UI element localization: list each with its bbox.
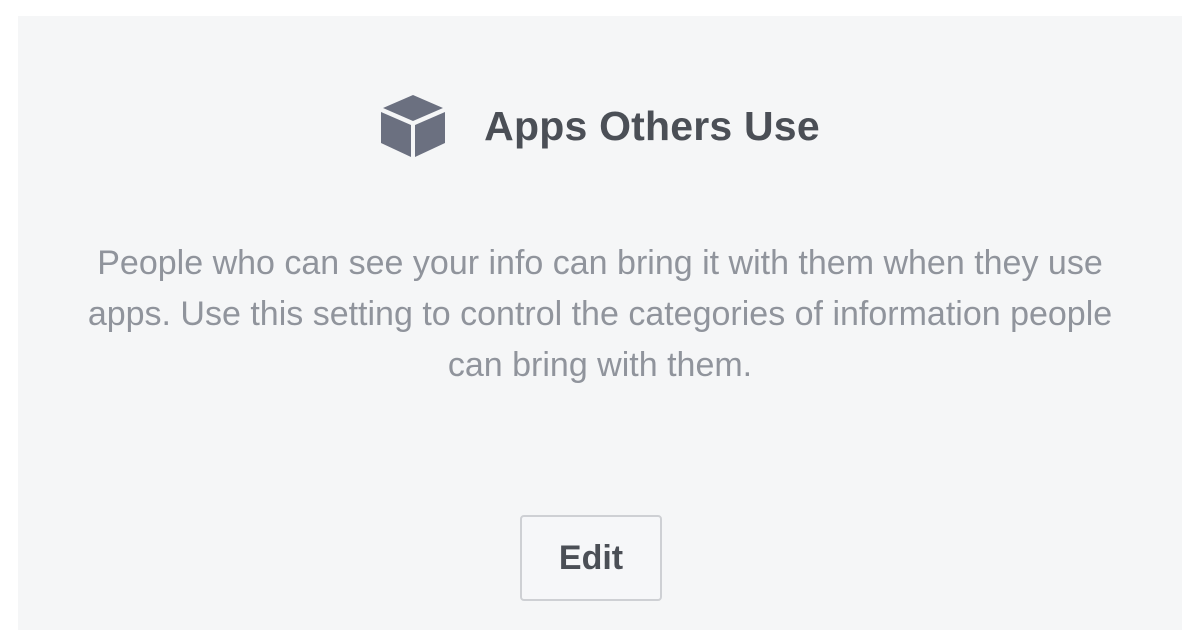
panel-header: Apps Others Use xyxy=(18,90,1182,162)
panel-title: Apps Others Use xyxy=(484,102,820,149)
panel-description: People who can see your info can bring i… xyxy=(87,244,1113,384)
cube-icon xyxy=(381,95,446,157)
apps-others-use-panel: Apps Others Use People who can see your … xyxy=(18,16,1182,630)
edit-button[interactable]: Edit xyxy=(520,515,662,601)
